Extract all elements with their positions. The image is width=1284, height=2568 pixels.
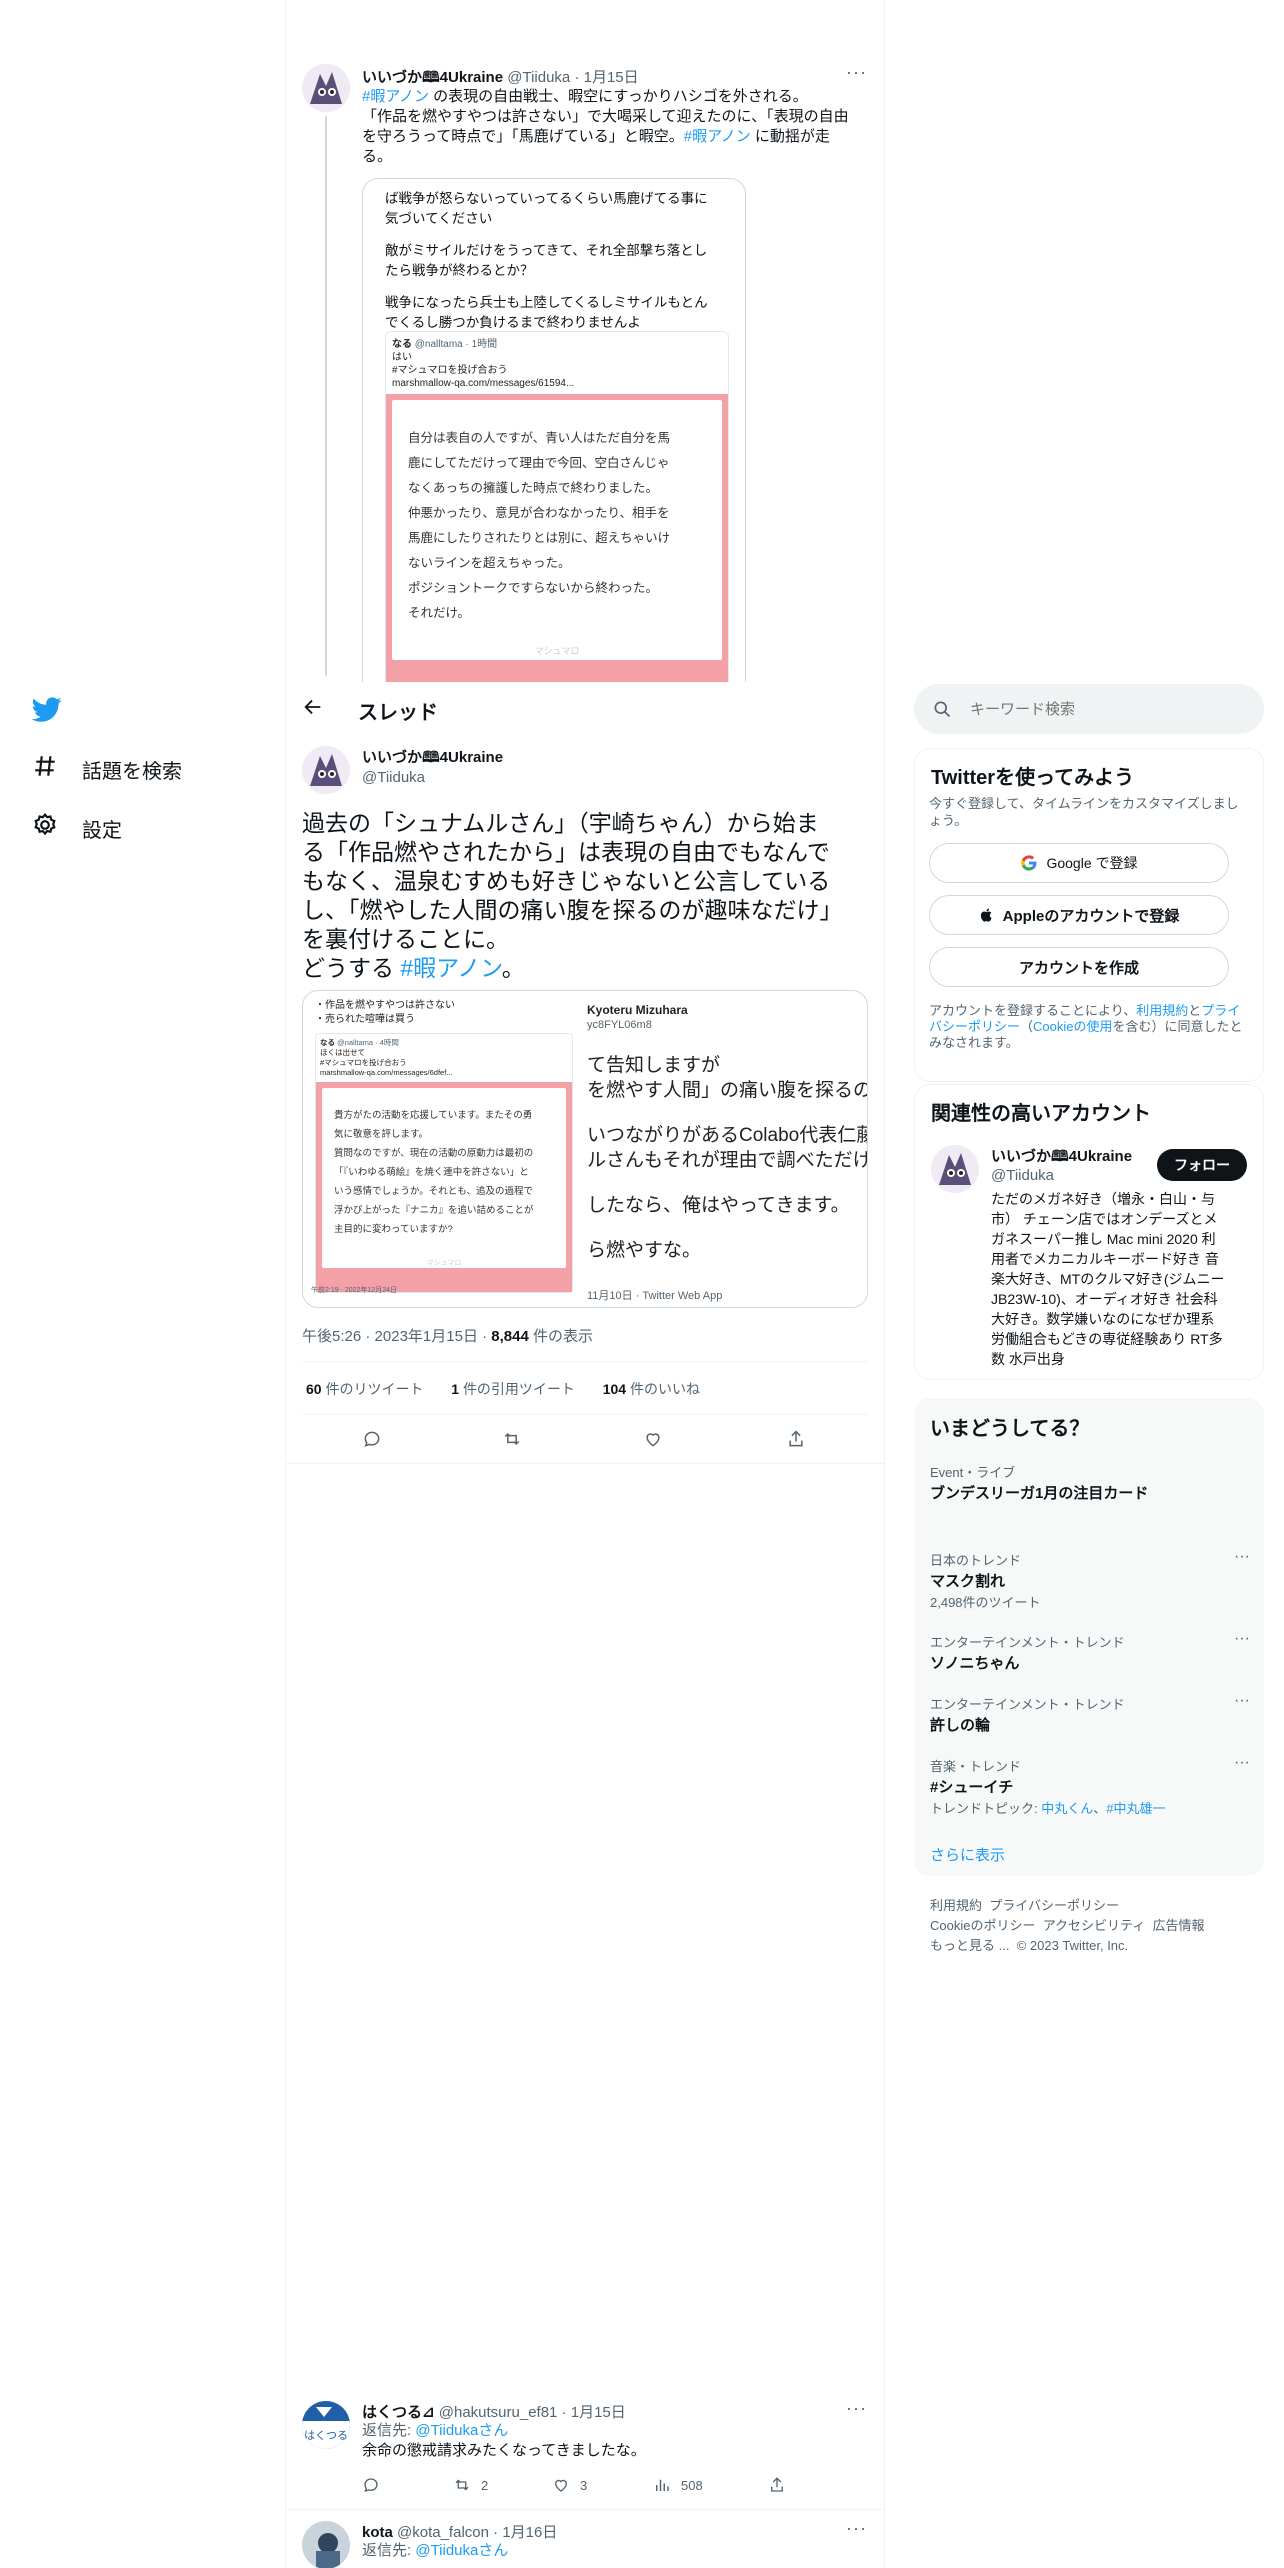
trend-topic-link[interactable]: 中丸くん [1041, 1801, 1093, 1816]
search-box[interactable] [914, 684, 1264, 734]
tweet-date[interactable]: 2023年1月15日 [375, 1328, 478, 1345]
twitter-logo-icon[interactable] [31, 694, 62, 724]
more-icon[interactable]: ··· [846, 2518, 867, 2539]
retweets-stat[interactable]: 60 件のリツイート [306, 1381, 423, 1397]
retweet-button[interactable]: 2 [453, 2476, 488, 2494]
handle[interactable]: @Tiiduka [991, 1166, 1132, 1185]
follow-button[interactable]: フォロー [1157, 1149, 1247, 1181]
tweet-header: kota @kota_falcon · 1月16日 [362, 2524, 558, 2541]
display-name[interactable]: いいづか🕮4Ukraine [362, 69, 503, 86]
search-icon [932, 699, 952, 724]
footer-link[interactable]: 広告情報 [1153, 1918, 1205, 1933]
display-name[interactable]: kota [362, 2524, 393, 2541]
terms-link[interactable]: 利用規約 [1136, 1003, 1188, 1018]
handle[interactable]: @Tiiduka [362, 768, 503, 788]
nav-explore[interactable]: 話題を検索 [32, 753, 182, 785]
trend-topic-link[interactable]: #中丸雄一 [1106, 1801, 1165, 1816]
quotes-stat[interactable]: 1 件の引用ツイート [451, 1381, 575, 1397]
google-icon [1021, 855, 1037, 871]
show-more-link[interactable]: さらに表示 [930, 1844, 1005, 1865]
tweet-time[interactable]: 午後5:26 [302, 1328, 361, 1345]
tweet-timestamp: 午後5:26 · 2023年1月15日 · 8,844 件の表示 [302, 1328, 594, 1345]
hashtag-link[interactable]: #暇アノン [684, 128, 751, 145]
tweet-date[interactable]: 1月16日 [502, 2524, 557, 2541]
hashtag-icon [32, 753, 58, 785]
display-name[interactable]: いいづか🕮4Ukraine [362, 748, 503, 768]
tweet-text: 余命の懲戒請求みたくなってきましたな。 [362, 2442, 646, 2459]
gear-icon [32, 812, 58, 844]
views-icon [656, 2479, 669, 2491]
more-icon[interactable]: ··· [846, 62, 867, 83]
like-icon [555, 2479, 567, 2492]
signup-subtitle: 今すぐ登録して、タイムラインをカスタマイズしましょう。 [929, 796, 1239, 828]
thread-header: スレッド [286, 682, 884, 734]
tweet-header: はくつる⊿ @hakutsuru_ef81 · 1月15日 [362, 2404, 626, 2421]
signup-terms: アカウントを登録することにより、利用規約とプライバシーポリシー（Cookieの使… [929, 1003, 1243, 1050]
views-button[interactable]: 508 [653, 2476, 703, 2494]
related-accounts-panel: 関連性の高いアカウント いいづか🕮4Ukraine @Tiiduka フォロー … [914, 1084, 1264, 1380]
apple-signup-button[interactable]: Appleのアカウントで登録 [929, 895, 1229, 935]
create-account-button[interactable]: アカウントを作成 [929, 947, 1229, 987]
google-signup-button[interactable]: Google で登録 [929, 843, 1229, 883]
trends-title: いまどうしてる？ [930, 1418, 1090, 1440]
avatar[interactable] [931, 1145, 979, 1193]
avatar[interactable] [302, 746, 350, 794]
reply-icon[interactable] [362, 2476, 380, 2497]
more-icon[interactable]: ··· [1234, 1692, 1250, 1710]
avatar[interactable]: はくつる [302, 2401, 350, 2449]
retweet-icon[interactable] [502, 1429, 522, 1454]
tweet-image[interactable]: ば戦争が怒らないっていってるくらい馬鹿げてる事に 気づいてください 敵がミサイル… [362, 178, 746, 682]
sidebar-footer: 利用規約 プライバシーポリシー Cookieのポリシー アクセシビリティ 広告情… [930, 1898, 1205, 1953]
footer-link[interactable]: Cookieのポリシー [930, 1918, 1035, 1933]
footer-link[interactable]: 利用規約 [930, 1898, 982, 1913]
avatar[interactable] [302, 64, 350, 112]
hashtag-link[interactable]: #暇アノン [400, 955, 501, 981]
reply-to-link[interactable]: @Tiidukaさん [415, 2542, 508, 2559]
more-icon[interactable]: ··· [1234, 1754, 1250, 1772]
share-icon[interactable] [786, 1429, 806, 1454]
reply-to-link[interactable]: @Tiidukaさん [415, 2422, 508, 2439]
nav-settings-label: 設定 [82, 819, 122, 842]
more-icon[interactable]: ··· [846, 2398, 867, 2419]
handle[interactable]: @kota_falcon [397, 2524, 489, 2541]
likes-stat[interactable]: 104 件のいいね [603, 1381, 700, 1397]
search-input[interactable] [970, 696, 1240, 722]
tweet-date[interactable]: 1月15日 [571, 2404, 626, 2421]
avatar[interactable] [302, 2521, 350, 2568]
related-title: 関連性の高いアカウント [931, 1103, 1151, 1125]
footer-link[interactable]: アクセシビリティ [1043, 1918, 1146, 1933]
retweet-icon [455, 2479, 469, 2491]
tweet-image[interactable]: ・作品を燃やすやつは許さない ・売られた喧嘩は買う なる @nalltama ·… [302, 990, 868, 1308]
back-arrow-icon[interactable] [302, 696, 326, 720]
tweet-text: #暇アノン の表現の自由戦士、暇空にすっかりハシゴを外される。 「作品を燃やすや… [362, 88, 849, 165]
trends-panel: いまどうしてる？ Event・ライブ ブンデスリーガ1月の注目カード 日本のトレ… [914, 1398, 1264, 1876]
svg-text:はくつる: はくつる [304, 2429, 348, 2442]
apple-icon [980, 908, 992, 922]
reply-icon[interactable] [362, 1429, 382, 1454]
handle[interactable]: @hakutsuru_ef81 [439, 2404, 558, 2421]
thread-line [325, 116, 327, 676]
footer-link[interactable]: もっと見る ... [930, 1938, 1009, 1953]
more-icon[interactable]: ··· [1234, 1630, 1250, 1648]
tweet-text: 過去の「シュナムルさん」（宇崎ちゃん）から始ま る「作品燃やされたから」は表現の… [302, 810, 843, 981]
nav-explore-label: 話題を検索 [82, 760, 182, 783]
hashtag-link[interactable]: #暇アノン [362, 88, 429, 105]
like-icon[interactable] [643, 1429, 663, 1454]
nav-settings[interactable]: 設定 [32, 812, 122, 844]
signup-panel: Twitterを使ってみよう 今すぐ登録して、タイムラインをカスタマイズしましょ… [914, 748, 1264, 1082]
account-bio: ただのメガネ好き（増永・白山・与 市） チェーン店ではオンデーズとメ ガネスーパ… [991, 1191, 1225, 1367]
cookie-link[interactable]: Cookieの使用 [1033, 1019, 1112, 1034]
share-icon[interactable] [768, 2476, 786, 2497]
like-button[interactable]: 3 [552, 2476, 587, 2494]
tweet-stats: 60 件のリツイート 1 件の引用ツイート 104 件のいいね [306, 1379, 700, 1399]
signup-title: Twitterを使ってみよう [931, 767, 1135, 789]
handle[interactable]: @Tiiduka [507, 69, 570, 86]
page-title: スレッド [358, 702, 438, 724]
tweet-date[interactable]: 1月15日 [584, 69, 639, 86]
display-name[interactable]: はくつる⊿ [362, 2404, 435, 2421]
more-icon[interactable]: ··· [1234, 1548, 1250, 1566]
display-name[interactable]: いいづか🕮4Ukraine [991, 1147, 1132, 1166]
footer-link[interactable]: プライバシーポリシー [989, 1898, 1119, 1913]
